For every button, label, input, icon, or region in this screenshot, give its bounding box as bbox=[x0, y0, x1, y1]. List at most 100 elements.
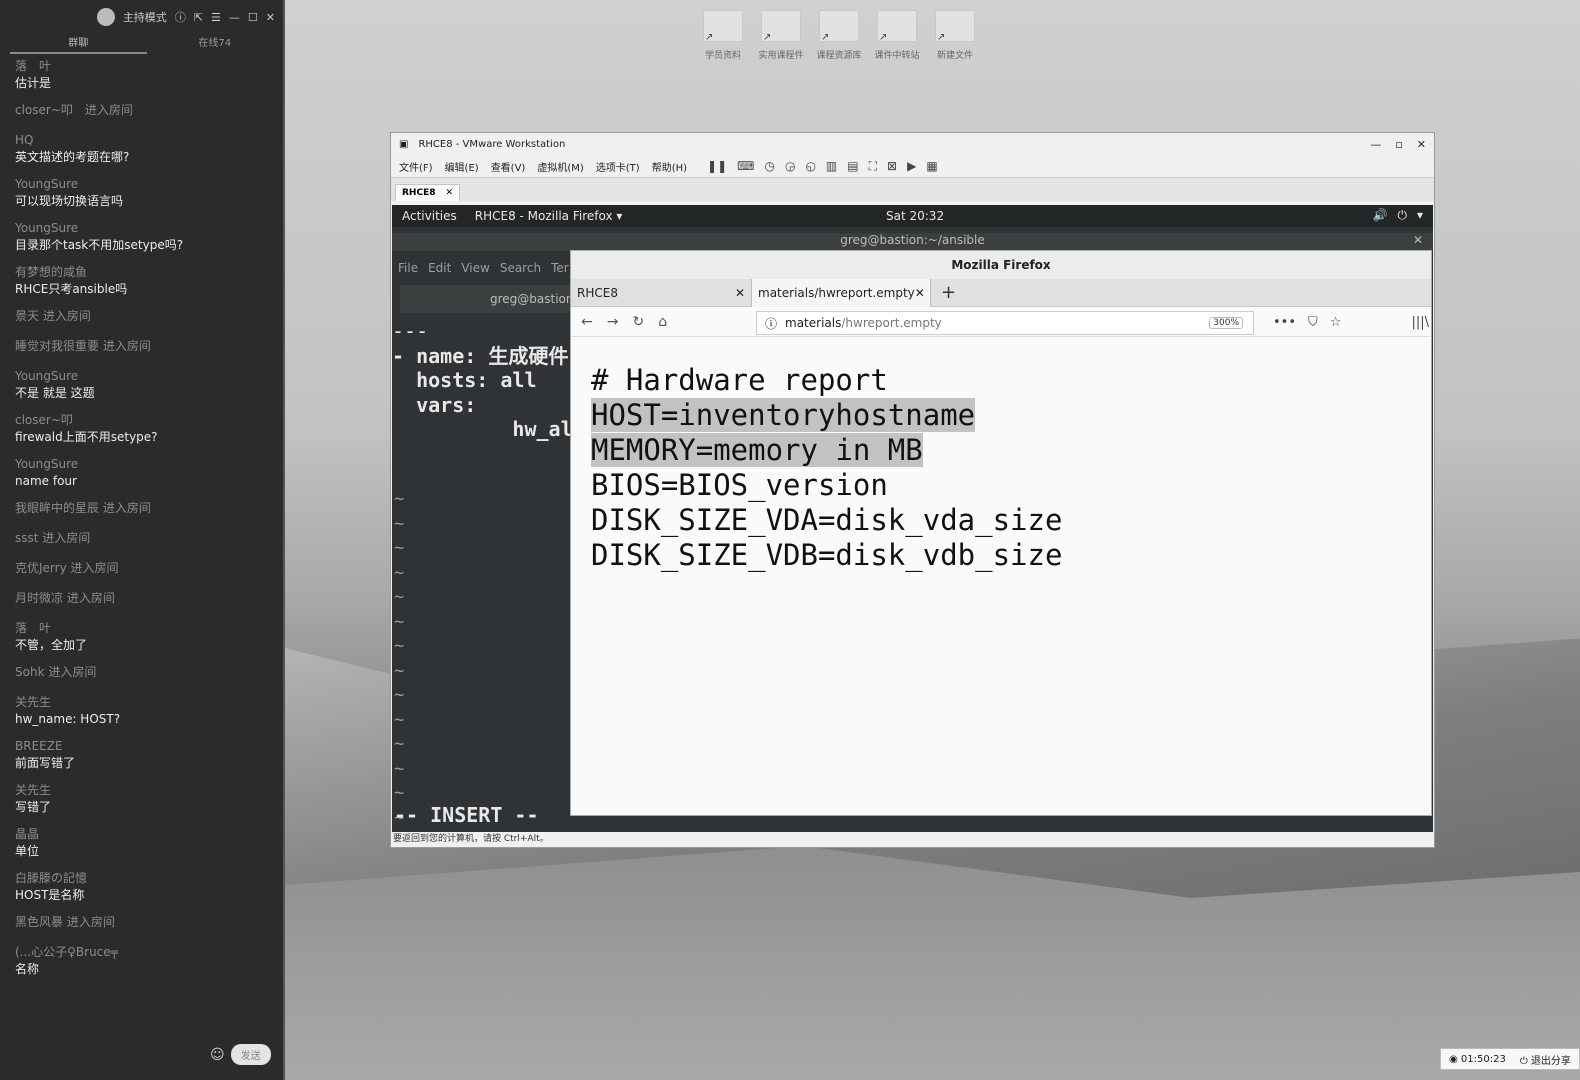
close-icon[interactable]: ✕ bbox=[1417, 138, 1426, 151]
terminal-content[interactable]: --- - name: 生成硬件 hosts: all vars: hw_al bbox=[392, 319, 573, 442]
clock[interactable]: Sat 20:32 bbox=[886, 209, 944, 223]
emoji-icon[interactable]: ☺ bbox=[210, 1047, 225, 1063]
avatar[interactable] bbox=[96, 8, 115, 26]
terminal-titlebar: greg@bastion:~/ansible ✕ bbox=[392, 233, 1433, 251]
snapshot-icon[interactable]: ◷ bbox=[764, 159, 774, 174]
volume-icon[interactable]: 🔊 bbox=[1373, 208, 1388, 223]
chevron-down-icon[interactable]: ▾ bbox=[1417, 208, 1423, 223]
menu-view[interactable]: 查看(V) bbox=[491, 159, 526, 174]
maximize-icon[interactable]: ☐ bbox=[248, 11, 258, 24]
thumbnail-icon[interactable]: ▤ bbox=[847, 159, 858, 174]
desktop-icon-label: 课程资源库 bbox=[816, 51, 862, 61]
desktop-icon[interactable]: 实用课程件 bbox=[751, 10, 811, 61]
timer-value: 01:50:23 bbox=[1460, 1053, 1506, 1065]
menu-view[interactable]: View bbox=[461, 261, 489, 275]
view-icon[interactable]: ▦ bbox=[926, 159, 937, 174]
more-icon[interactable]: ••• bbox=[1273, 315, 1296, 330]
minimize-icon[interactable]: — bbox=[229, 11, 240, 24]
share-bar: ◉ 01:50:23 ⏻ 退出分享 bbox=[1440, 1048, 1580, 1070]
firefox-window: Mozilla Firefox RHCE8 ✕ materials/hwrepor… bbox=[570, 250, 1432, 816]
popout-icon[interactable]: ⇱ bbox=[194, 11, 203, 24]
minimize-icon[interactable]: — bbox=[1370, 138, 1381, 151]
info-icon[interactable]: ⓘ bbox=[765, 315, 777, 332]
activities-button[interactable]: Activities bbox=[402, 209, 457, 223]
fullscreen-icon[interactable]: ⛶ bbox=[869, 159, 877, 174]
folder-icon bbox=[819, 10, 859, 43]
desktop-icon[interactable]: 学员资料 bbox=[693, 10, 753, 61]
sender-name: 晶晶 bbox=[15, 827, 40, 841]
pocket-icon[interactable]: ⛉ bbox=[1308, 315, 1318, 330]
menu-file[interactable]: File bbox=[398, 261, 418, 275]
reload-icon[interactable]: ↻ bbox=[632, 314, 644, 330]
close-icon[interactable]: ✕ bbox=[445, 188, 453, 198]
desktop-icon[interactable]: 课件中转站 bbox=[867, 10, 927, 61]
menu-tabs[interactable]: 选项卡(T) bbox=[596, 159, 640, 174]
menu-file[interactable]: 文件(F) bbox=[399, 159, 433, 174]
close-icon[interactable]: ✕ bbox=[266, 11, 275, 24]
menu-search[interactable]: Search bbox=[500, 261, 541, 275]
url-path: /hwreport.empty bbox=[841, 316, 942, 330]
sender-name: closer~叩 bbox=[15, 413, 73, 427]
menu-icon[interactable]: ☰ bbox=[211, 11, 221, 24]
sender-name: 落 叶 bbox=[15, 621, 52, 635]
chat-message: 晶晶 单位 bbox=[15, 826, 275, 860]
close-icon[interactable]: ✕ bbox=[735, 286, 745, 300]
join-notice: 我眼眸中的星辰 进入房间 bbox=[15, 501, 151, 515]
maximize-icon[interactable]: ▫ bbox=[1395, 138, 1402, 151]
terminal-title: greg@bastion:~/ansible bbox=[840, 233, 985, 247]
tab-group-chat[interactable]: 群聊 bbox=[10, 34, 147, 54]
join-notice: 景天 进入房间 bbox=[15, 309, 91, 323]
new-tab-button[interactable]: + bbox=[931, 282, 956, 303]
tab-online[interactable]: 在线74 bbox=[147, 34, 284, 54]
menu-edit[interactable]: Edit bbox=[428, 261, 451, 275]
console-icon[interactable]: ▶ bbox=[907, 159, 916, 174]
power-icon[interactable]: ⏻ bbox=[1397, 208, 1407, 223]
exit-share-button[interactable]: ⏻ 退出分享 bbox=[1520, 1052, 1571, 1067]
vmware-tabbar: RHCE8 ✕ bbox=[391, 177, 1434, 201]
report-line: DISK_SIZE_VDB=disk_vdb_size bbox=[591, 538, 1063, 572]
library-icon[interactable]: |||\ bbox=[1411, 315, 1429, 330]
chat-tabs: 群聊 在线74 bbox=[0, 34, 283, 54]
close-icon[interactable]: ✕ bbox=[915, 286, 925, 300]
url-bar[interactable]: ⓘ materials/hwreport.empty 300% bbox=[756, 311, 1254, 335]
browser-tab[interactable]: RHCE8 ✕ bbox=[571, 279, 751, 307]
vm-tab[interactable]: RHCE8 ✕ bbox=[395, 184, 461, 201]
firefox-tabbar: RHCE8 ✕ materials/hwreport.empty ✕ + bbox=[571, 278, 1431, 307]
desktop-icon[interactable]: 课程资源库 bbox=[809, 10, 869, 61]
menu-help[interactable]: 帮助(H) bbox=[652, 159, 687, 174]
send-button[interactable]: 发送 bbox=[230, 1044, 271, 1065]
star-icon[interactable]: ☆ bbox=[1330, 315, 1342, 330]
manage-snapshot-icon[interactable]: ◵ bbox=[805, 159, 815, 174]
home-icon[interactable]: ⌂ bbox=[658, 314, 667, 330]
menu-edit[interactable]: 编辑(E) bbox=[445, 159, 479, 174]
chat-message: 关先生 写错了 bbox=[15, 782, 275, 816]
tab-title: materials/hwreport.empty bbox=[758, 285, 915, 300]
forward-icon[interactable]: → bbox=[607, 314, 619, 330]
browser-tab-active[interactable]: materials/hwreport.empty ✕ bbox=[751, 278, 931, 307]
page-content[interactable]: # Hardware report HOST=inventoryhostname M… bbox=[591, 363, 1062, 573]
pause-icon[interactable]: ❚❚ bbox=[707, 159, 727, 174]
sidebar-icon[interactable]: ▥ bbox=[826, 159, 837, 174]
join-notice: ssst 进入房间 bbox=[15, 531, 91, 545]
report-line-selected: MEMORY=memory in MB bbox=[591, 433, 1062, 468]
chat-message: 关先生 hw_name: HOST? bbox=[15, 694, 275, 728]
back-icon[interactable]: ← bbox=[581, 314, 593, 330]
close-icon[interactable]: ✕ bbox=[1413, 233, 1423, 247]
sender-name: (...心公子♀Bruce╤ bbox=[15, 945, 118, 959]
join-notice: Sohk 进入房间 bbox=[15, 665, 97, 679]
app-menu[interactable]: RHCE8 - Mozilla Firefox ▾ bbox=[475, 209, 623, 223]
unity-icon[interactable]: ⊠ bbox=[887, 159, 897, 174]
chat-message: YoungSure 可以现场切换语言吗 bbox=[15, 176, 275, 210]
message-text: 估计是 bbox=[15, 76, 52, 90]
menu-terminal[interactable]: Ter bbox=[551, 261, 569, 275]
message-text: 目录那个task不用加setype吗? bbox=[15, 238, 184, 252]
info-icon[interactable]: ⓘ bbox=[175, 9, 186, 25]
selected-text: MEMORY=memory in MB bbox=[591, 433, 923, 467]
terminal-tab[interactable]: greg@bastion: bbox=[400, 285, 578, 313]
restore-snapshot-icon[interactable]: ◶ bbox=[785, 159, 795, 174]
message-text: 单位 bbox=[15, 844, 40, 858]
menu-vm[interactable]: 虚拟机(M) bbox=[537, 159, 583, 174]
zoom-badge[interactable]: 300% bbox=[1209, 317, 1243, 329]
desktop-icon[interactable]: 新建文件 bbox=[925, 10, 985, 61]
send-keys-icon[interactable]: ⌨ bbox=[737, 159, 754, 174]
